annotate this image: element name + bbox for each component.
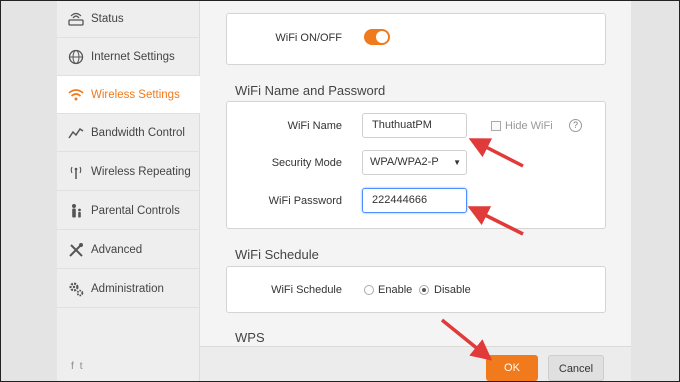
screenshot-frame	[0, 0, 680, 382]
